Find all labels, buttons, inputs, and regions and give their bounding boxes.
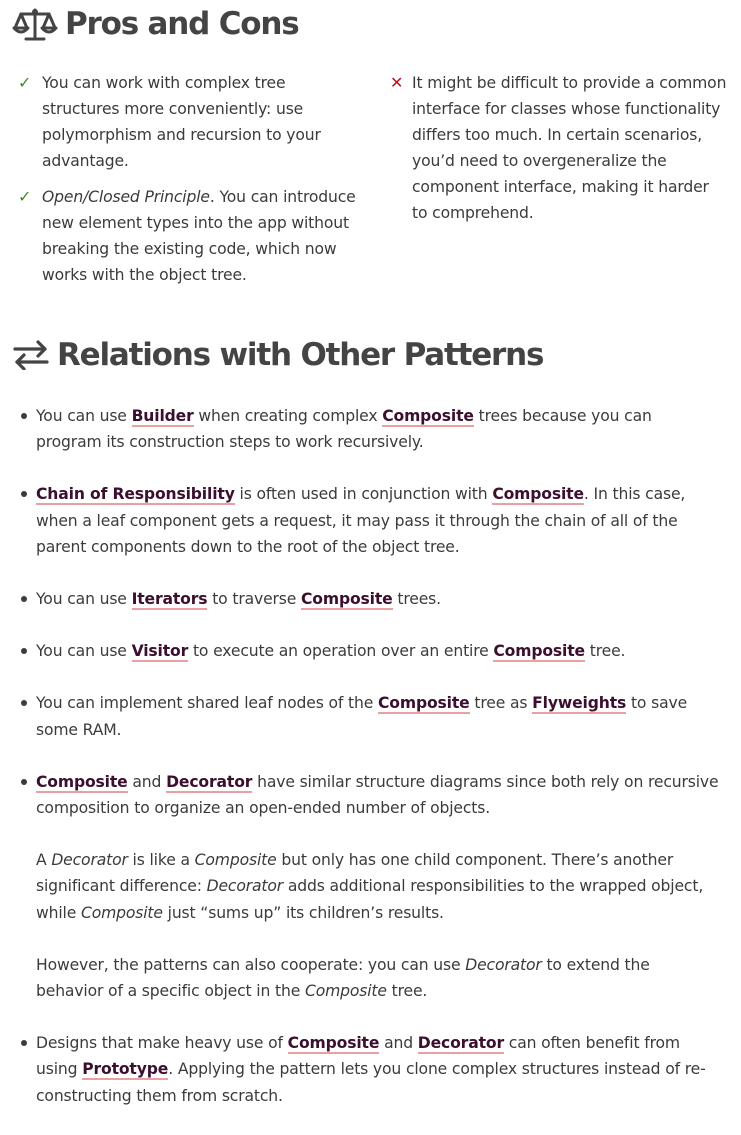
flyweights-link[interactable]: Flyweights <box>532 694 626 715</box>
relation-text: Designs that make heavy use of <box>36 1034 288 1053</box>
relation-paragraph: However, the patterns can also cooperate… <box>36 952 720 1004</box>
relation-text: You can implement shared leaf nodes of t… <box>36 694 378 713</box>
relation-item-flyweight: You can implement shared leaf nodes of t… <box>0 690 720 742</box>
relation-text: You can use <box>36 407 132 425</box>
relation-text: just “sums up” its children’s results. <box>162 903 444 922</box>
composite-term: Composite <box>80 903 163 922</box>
relation-paragraph: Composite and Decorator have similar str… <box>36 769 720 821</box>
composite-link[interactable]: Composite <box>287 1034 379 1055</box>
relation-text: tree as <box>469 694 533 713</box>
relation-item-decorator: Composite and Decorator have similar str… <box>0 769 720 1004</box>
composite-term: Composite <box>194 851 277 870</box>
relation-item-chain: Chain of Responsibility is often used in… <box>0 481 720 560</box>
composite-link[interactable]: Composite <box>382 407 474 427</box>
visitor-link[interactable]: Visitor <box>131 642 188 663</box>
check-icon: ✓ <box>18 187 32 206</box>
relation-item-iterator: You can use Iterators to traverse Compos… <box>0 586 720 612</box>
relation-item-visitor: You can use Visitor to execute an operat… <box>0 638 720 664</box>
relation-text: when creating complex <box>193 407 383 425</box>
composite-link[interactable]: Composite <box>301 590 393 611</box>
relation-text: is like a <box>127 851 195 870</box>
relation-text: and <box>379 1034 418 1053</box>
decorator-term: Decorator <box>51 851 128 870</box>
relation-item-builder: You can use Builder when creating comple… <box>0 403 720 455</box>
pro-item: ✓ You can work with complex tree structu… <box>12 70 362 174</box>
relations-heading: Relations with Other Patterns <box>12 337 544 373</box>
relation-text: tree. <box>386 982 428 1001</box>
relation-text: trees. <box>392 590 441 609</box>
con-item: ✕ It might be difficult to provide a com… <box>382 70 728 226</box>
pros-cons-title: Pros and Cons <box>65 6 300 42</box>
iterators-link[interactable]: Iterators <box>131 590 208 611</box>
pros-column: ✓ You can work with complex tree structu… <box>12 70 362 298</box>
cross-icon: ✕ <box>390 73 404 92</box>
cons-column: ✕ It might be difficult to provide a com… <box>382 70 728 236</box>
prototype-link[interactable]: Prototype <box>82 1060 168 1081</box>
decorator-link[interactable]: Decorator <box>417 1034 504 1055</box>
decorator-link[interactable]: Decorator <box>166 772 252 793</box>
relations-title: Relations with Other Patterns <box>57 337 544 373</box>
pros-cons-heading: Pros and Cons <box>12 6 300 42</box>
check-icon: ✓ <box>18 73 32 92</box>
builder-link[interactable]: Builder <box>131 407 194 427</box>
relation-text: is often used in conjunction with <box>234 485 493 504</box>
composite-link[interactable]: Composite <box>492 485 584 506</box>
con-text: It might be difficult to provide a commo… <box>412 74 727 222</box>
relation-text: You can use <box>36 590 132 609</box>
relation-text: You can use <box>36 642 132 661</box>
relation-text: tree. <box>584 642 626 661</box>
relations-list: You can use Builder when creating comple… <box>0 403 720 1135</box>
composite-term: Composite <box>304 982 387 1001</box>
pro-emphasis: Open/Closed Principle <box>42 188 210 206</box>
relation-text: A <box>36 851 52 870</box>
pro-text: You can work with complex tree structure… <box>42 74 321 170</box>
relation-item-prototype: Designs that make heavy use of Composite… <box>0 1030 720 1109</box>
relation-text: to traverse <box>207 590 302 609</box>
composite-link[interactable]: Composite <box>377 694 470 715</box>
pro-item: ✓ Open/Closed Principle. You can introdu… <box>12 184 362 288</box>
relation-text: and <box>127 772 167 791</box>
composite-link[interactable]: Composite <box>36 772 128 793</box>
relation-text: However, the patterns can also cooperate… <box>36 955 466 974</box>
relation-text: to execute an operation over an entire <box>188 642 494 661</box>
balance-scale-icon <box>12 8 58 41</box>
composite-link[interactable]: Composite <box>493 642 585 663</box>
swap-arrows-icon <box>13 340 49 370</box>
decorator-term: Decorator <box>206 877 284 896</box>
chain-of-responsibility-link[interactable]: Chain of Responsibility <box>36 485 235 506</box>
decorator-term: Decorator <box>465 955 542 974</box>
relation-paragraph: A Decorator is like a Composite but only… <box>36 847 720 926</box>
